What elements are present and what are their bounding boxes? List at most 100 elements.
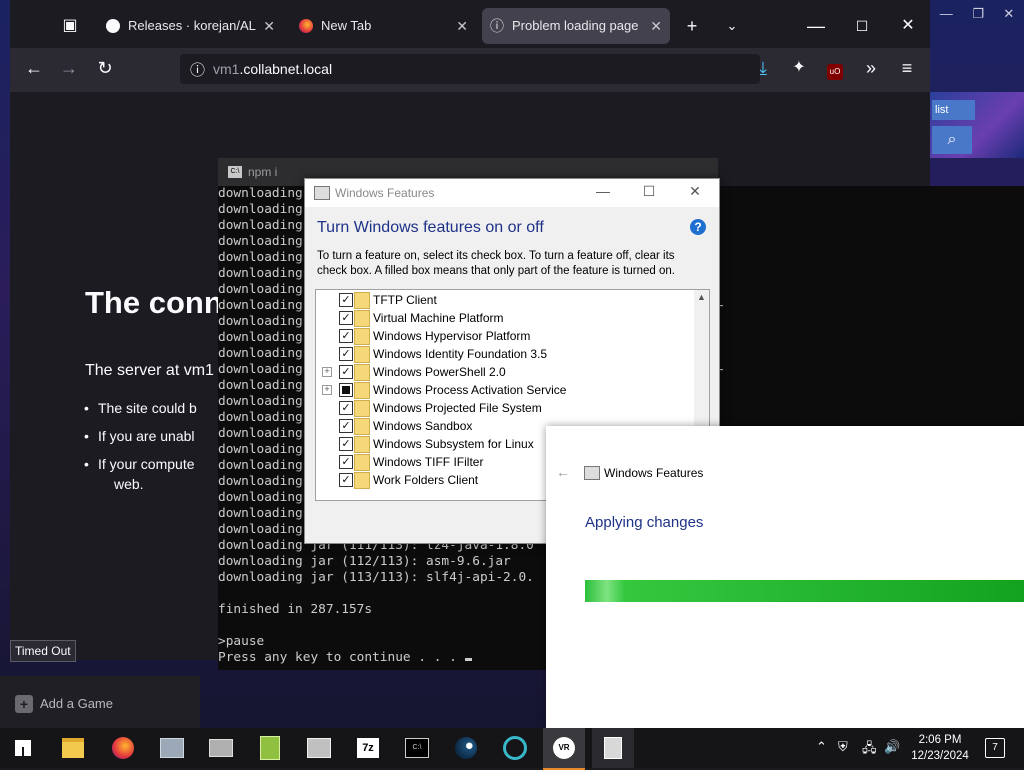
- feature-checkbox[interactable]: ✓: [339, 347, 353, 361]
- clock-date: 12/23/2024: [911, 750, 969, 762]
- folder-icon: [354, 328, 370, 345]
- feature-checkbox[interactable]: ✓: [339, 419, 353, 433]
- firefox-icon[interactable]: [102, 728, 144, 768]
- tab-label: Problem loading page: [512, 18, 639, 33]
- info-icon[interactable]: ⓘ: [190, 59, 205, 80]
- back-icon[interactable]: ←: [20, 54, 48, 82]
- feature-checkbox[interactable]: ✓: [339, 365, 353, 379]
- status-tooltip: Timed Out: [10, 640, 76, 662]
- feature-row[interactable]: ✓ Windows Hypervisor Platform: [316, 327, 691, 345]
- feature-row[interactable]: ✓ Virtual Machine Platform: [316, 309, 691, 327]
- feature-name: Windows Hypervisor Platform: [373, 329, 531, 343]
- windows-start-icon[interactable]: [2, 728, 44, 768]
- feature-checkbox[interactable]: ✓: [339, 293, 353, 307]
- network-icon[interactable]: 🖧: [862, 739, 877, 761]
- feature-name: Work Folders Client: [373, 473, 479, 487]
- minimize-icon[interactable]: —: [940, 6, 953, 26]
- clock-time: 2:06 PM: [918, 734, 962, 746]
- dialog-title: Windows Features: [335, 186, 435, 200]
- maximize-icon[interactable]: ☐: [848, 12, 876, 40]
- terminal-icon: C:\: [228, 166, 242, 178]
- photos-icon[interactable]: [151, 728, 193, 768]
- 7zip-icon[interactable]: 7z: [347, 728, 389, 768]
- feature-name: Windows Projected File System: [373, 401, 542, 415]
- app-circle-icon[interactable]: [494, 728, 536, 768]
- close-tab-icon[interactable]: ✕: [650, 8, 662, 44]
- app-unknown-2-icon[interactable]: [298, 728, 340, 768]
- expand-icon[interactable]: +: [322, 385, 332, 395]
- feature-row[interactable]: ✓ Windows Identity Foundation 3.5: [316, 345, 691, 363]
- scroll-up-icon[interactable]: ▲: [697, 292, 706, 302]
- minimize-icon[interactable]: —: [802, 12, 830, 40]
- background-window-controls: — ❐ ✕: [930, 6, 1024, 26]
- close-window-icon[interactable]: ✕: [894, 12, 922, 40]
- tab-problem-loading[interactable]: ⓘ Problem loading page ✕: [482, 8, 670, 44]
- feature-checkbox[interactable]: ✓: [339, 311, 353, 325]
- firefox-icon: [299, 19, 313, 33]
- url-bar[interactable]: ⓘ vm1.collabnet.local: [180, 54, 760, 84]
- info-icon: ⓘ: [490, 18, 504, 34]
- help-icon[interactable]: ?: [690, 219, 706, 235]
- notepad-plus-plus-icon[interactable]: [249, 728, 291, 768]
- app-unknown-icon[interactable]: [200, 728, 242, 768]
- error-bullet: The site could b: [84, 400, 197, 416]
- overflow-menu-icon[interactable]: »: [857, 54, 885, 82]
- github-icon: [106, 19, 120, 33]
- clock[interactable]: 2:06 PM 12/23/2024: [905, 732, 975, 764]
- tab-bar: ▣ Releases · korejan/ALXR- ✕ New Tab ✕ ⓘ…: [10, 0, 930, 50]
- file-explorer-icon[interactable]: [52, 728, 94, 768]
- progress-bar: [585, 580, 1024, 602]
- close-tab-icon[interactable]: ✕: [456, 8, 468, 44]
- ublock-icon[interactable]: uO: [821, 54, 849, 82]
- feature-name: Windows Subsystem for Linux: [373, 437, 534, 451]
- back-icon[interactable]: ←: [556, 464, 570, 480]
- extensions-icon[interactable]: ✦: [785, 54, 813, 82]
- tab-releases[interactable]: Releases · korejan/ALXR- ✕: [98, 8, 283, 44]
- feature-row[interactable]: ✓ TFTP Client: [316, 291, 691, 309]
- feature-checkbox[interactable]: ✓: [339, 401, 353, 415]
- folder-icon: [354, 472, 370, 489]
- chevron-up-icon[interactable]: ⌃: [816, 739, 827, 755]
- error-bullet-continuation: web.: [114, 476, 144, 492]
- close-icon[interactable]: ✕: [680, 183, 710, 200]
- url-text[interactable]: vm1.collabnet.local: [213, 61, 332, 77]
- folder-icon: [354, 418, 370, 435]
- security-icon[interactable]: ⛨: [838, 739, 848, 755]
- error-title: The conn: [85, 285, 223, 320]
- feature-checkbox[interactable]: ✓: [339, 437, 353, 451]
- forward-icon[interactable]: →: [55, 54, 83, 82]
- close-tab-icon[interactable]: ✕: [263, 8, 275, 44]
- notification-center-icon[interactable]: 7: [985, 738, 1005, 758]
- firefox-view-icon[interactable]: ▣: [56, 12, 84, 40]
- list-tabs-icon[interactable]: ⌄: [718, 12, 746, 40]
- feature-row[interactable]: + Windows Process Activation Service: [316, 381, 691, 399]
- feature-checkbox[interactable]: ✓: [339, 473, 353, 487]
- search-icon[interactable]: ⌕: [932, 126, 972, 154]
- steam-icon[interactable]: [445, 728, 487, 768]
- app-menu-icon[interactable]: ≡: [893, 54, 921, 82]
- feature-row[interactable]: ✓ Windows Projected File System: [316, 399, 691, 417]
- terminal-cursor: [464, 658, 472, 661]
- expand-icon[interactable]: +: [322, 367, 332, 377]
- feature-name: Windows Sandbox: [373, 419, 473, 433]
- reload-icon[interactable]: ↻: [91, 54, 119, 82]
- volume-icon[interactable]: 🔊: [884, 739, 900, 755]
- feature-checkbox[interactable]: [339, 383, 353, 397]
- windows-features-taskbar-icon[interactable]: [592, 728, 634, 768]
- feature-checkbox[interactable]: ✓: [339, 455, 353, 469]
- new-tab-icon[interactable]: +: [678, 12, 706, 40]
- folder-icon: [354, 292, 370, 309]
- add-game-button[interactable]: Add a Game: [40, 696, 113, 711]
- close-icon[interactable]: ✕: [1003, 6, 1014, 26]
- maximize-icon[interactable]: ☐: [634, 183, 664, 200]
- restore-icon[interactable]: ❐: [972, 6, 984, 26]
- command-prompt-icon[interactable]: C:\: [396, 728, 438, 768]
- feature-name: Windows Identity Foundation 3.5: [373, 347, 548, 361]
- minimize-icon[interactable]: —: [588, 183, 618, 199]
- tab-new-tab[interactable]: New Tab ✕: [291, 8, 476, 44]
- vr-app-icon[interactable]: VR: [543, 728, 585, 770]
- feature-row[interactable]: + ✓ Windows PowerShell 2.0: [316, 363, 691, 381]
- feature-checkbox[interactable]: ✓: [339, 329, 353, 343]
